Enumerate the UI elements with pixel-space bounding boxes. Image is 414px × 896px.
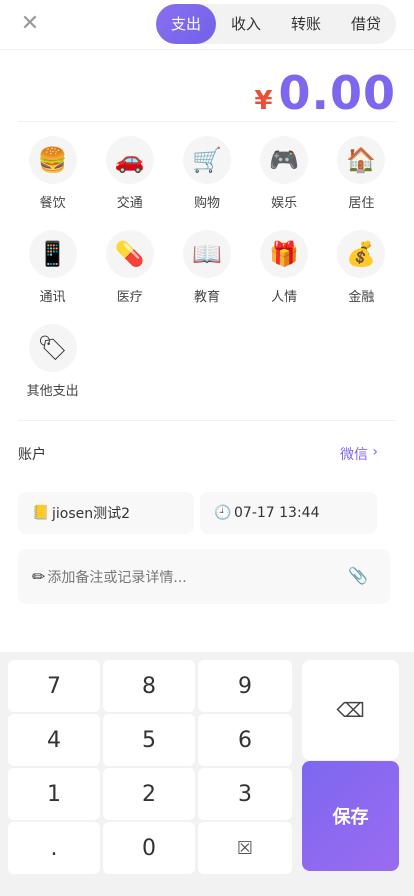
category-grid: 🍔 餐饮 🚗 交通 🛒 购物 🎮 娱乐 🏠 居住 📱 通讯 💊 医疗 📖 教育 … [14, 136, 400, 418]
category-label: 其他支出 [26, 384, 79, 399]
paperclip-icon[interactable]: 📎 [348, 566, 368, 585]
notebook-icon: 📒 [32, 505, 50, 521]
key-7[interactable]: 7 [8, 660, 100, 712]
key-1[interactable]: 1 [8, 768, 100, 820]
tab-income[interactable]: 收入 [216, 4, 276, 44]
key-6[interactable]: 6 [198, 714, 292, 766]
burger-icon: 🍔 [28, 136, 77, 184]
category-label: 通讯 [39, 290, 66, 305]
account-row[interactable]: 账户 微信 › [18, 444, 396, 466]
category-label: 购物 [193, 196, 220, 211]
account-value[interactable]: 微信 [340, 444, 368, 464]
book-selector[interactable]: 📒 jiosen测试2 [18, 492, 194, 534]
divider [18, 420, 396, 421]
tab-transfer[interactable]: 转账 [276, 4, 336, 44]
category-finance[interactable]: 💰 金融 [323, 230, 400, 324]
category-food[interactable]: 🍔 餐饮 [14, 136, 91, 230]
chevron-right-icon: › [372, 444, 378, 460]
gamepad-icon: 🎮 [260, 136, 309, 184]
category-label: 教育 [193, 290, 220, 305]
category-medical[interactable]: 💊 医疗 [91, 230, 168, 324]
key-5[interactable]: 5 [103, 714, 195, 766]
key-2[interactable]: 2 [103, 768, 195, 820]
amount-value: 0.00 [278, 66, 396, 120]
category-telecom[interactable]: 📱 通讯 [14, 230, 91, 324]
house-icon: 🏠 [337, 136, 386, 184]
category-entertainment[interactable]: 🎮 娱乐 [246, 136, 323, 230]
car-icon: 🚗 [105, 136, 154, 184]
category-label: 医疗 [116, 290, 143, 305]
category-label: 居住 [348, 196, 375, 211]
key-9[interactable]: 9 [198, 660, 292, 712]
amount-row: ¥ 0.00 [18, 60, 396, 122]
note-placeholder: 添加备注或记录详情... [47, 569, 187, 586]
category-label: 人情 [271, 290, 298, 305]
currency-symbol: ¥ [254, 86, 273, 116]
category-transport[interactable]: 🚗 交通 [91, 136, 168, 230]
key-3[interactable]: 3 [198, 768, 292, 820]
close-icon[interactable]: ✕ [18, 12, 42, 36]
category-label: 娱乐 [271, 196, 298, 211]
clock-icon: 🕘 [214, 505, 232, 521]
key-0[interactable]: 0 [103, 822, 195, 874]
category-other[interactable]: 🏷 其他支出 [14, 324, 91, 418]
category-label: 金融 [348, 290, 375, 305]
amount-display: ¥ 0.00 [254, 66, 396, 120]
top-bar: ✕ 支出 收入 转账 借贷 [0, 0, 414, 50]
cart-icon: 🛒 [182, 136, 231, 184]
key-8[interactable]: 8 [103, 660, 195, 712]
category-shopping[interactable]: 🛒 购物 [168, 136, 245, 230]
account-label: 账户 [18, 447, 46, 463]
gift-icon: 🎁 [260, 230, 309, 278]
book-icon: 📖 [182, 230, 231, 278]
save-button[interactable]: 保存 [302, 761, 399, 871]
tab-expense[interactable]: 支出 [156, 4, 216, 44]
category-gifts[interactable]: 🎁 人情 [246, 230, 323, 324]
pill-icon: 💊 [105, 230, 154, 278]
category-housing[interactable]: 🏠 居住 [323, 136, 400, 230]
key-dot[interactable]: . [8, 822, 100, 874]
tag-icon: 🏷 [28, 324, 77, 372]
category-label: 餐饮 [39, 196, 66, 211]
pencil-icon: ✏ [32, 567, 46, 586]
category-education[interactable]: 📖 教育 [168, 230, 245, 324]
book-label: jiosen测试2 [52, 506, 131, 522]
tab-loan[interactable]: 借贷 [336, 4, 396, 44]
keypad: 7 8 9 4 5 6 1 2 3 . 0 ☒ ⌫ 保存 [0, 652, 414, 896]
phone-icon: 📱 [28, 230, 77, 278]
type-tabs: 支出 收入 转账 借贷 [156, 4, 396, 44]
datetime-selector[interactable]: 🕘 07-17 13:44 [200, 492, 377, 534]
clear-key[interactable]: ☒ [198, 822, 292, 874]
money-bag-icon: 💰 [337, 230, 386, 278]
key-4[interactable]: 4 [8, 714, 100, 766]
note-input[interactable]: ✏ 添加备注或记录详情... 📎 [18, 549, 390, 604]
datetime-label: 07-17 13:44 [234, 505, 320, 521]
category-label: 交通 [116, 196, 143, 211]
backspace-key[interactable]: ⌫ [302, 660, 399, 760]
